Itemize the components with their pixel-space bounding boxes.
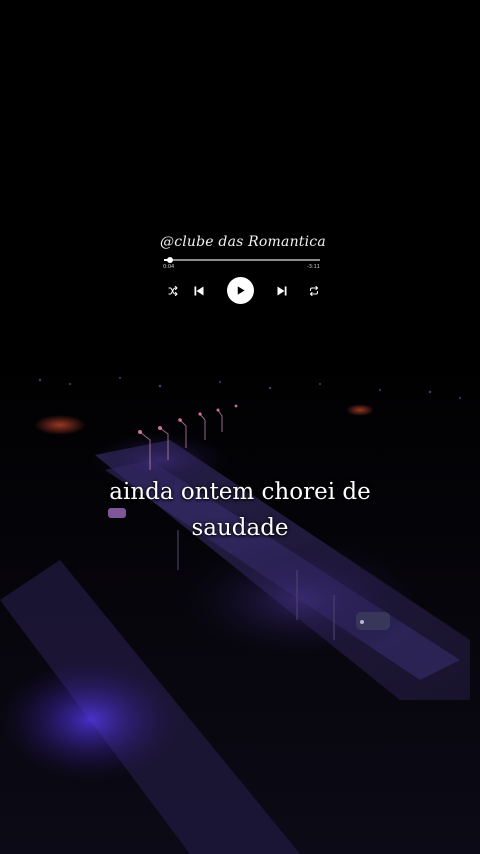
lyric-line-1: ainda ontem chorei de: [109, 479, 371, 505]
skip-previous-icon: [194, 286, 204, 296]
play-button[interactable]: [227, 277, 254, 304]
repeat-button[interactable]: [301, 278, 327, 304]
progress-knob[interactable]: [167, 257, 174, 263]
shuffle-icon: [168, 285, 178, 297]
skip-next-icon: [277, 286, 287, 296]
video-screen: @clube das Romantica 0:04 -3:11 ainda on…: [0, 0, 480, 854]
background-night-highway-image: [0, 0, 480, 854]
time-remaining: -3:11: [306, 264, 320, 270]
progress-bar[interactable]: [164, 257, 320, 263]
music-player-overlay: @clube das Romantica 0:04 -3:11: [160, 234, 326, 310]
previous-button[interactable]: [186, 278, 212, 304]
time-elapsed: 0:04: [163, 264, 175, 270]
shuffle-button[interactable]: [160, 278, 186, 304]
next-button[interactable]: [269, 278, 295, 304]
lyric-caption: ainda ontem chorei de saudade: [0, 474, 480, 546]
play-icon: [237, 286, 245, 295]
lyric-line-2: saudade: [191, 515, 289, 541]
repeat-icon: [309, 285, 319, 297]
channel-handle: @clube das Romantica: [160, 234, 326, 250]
